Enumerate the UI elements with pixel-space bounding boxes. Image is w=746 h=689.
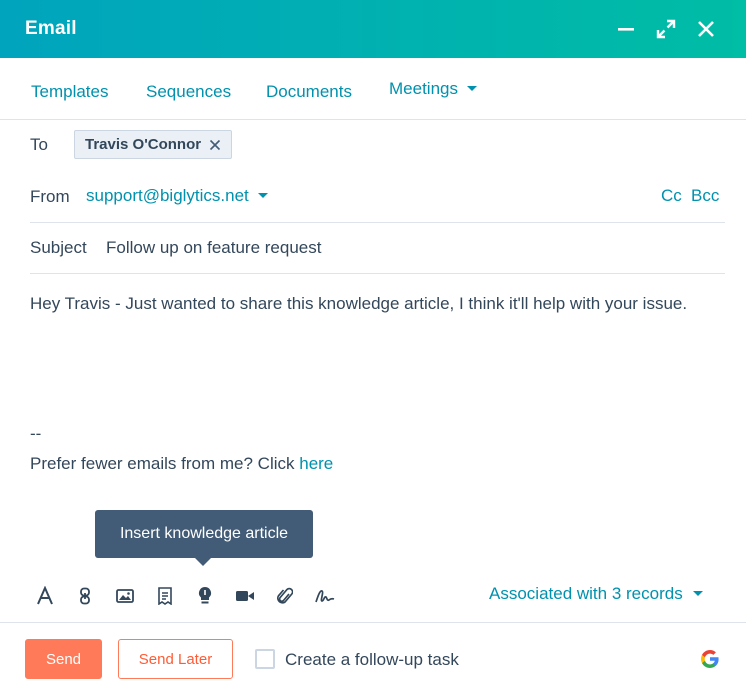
bcc-link[interactable]: Bcc — [691, 186, 719, 206]
link-button[interactable] — [74, 585, 96, 607]
associated-records-dropdown[interactable]: Associated with 3 records — [489, 584, 703, 604]
signature-button[interactable] — [314, 585, 336, 607]
tools-tabs: Templates Sequences Documents Meetings — [0, 58, 746, 120]
follow-up-label[interactable]: Create a follow-up task — [285, 650, 459, 670]
knowledge-article-button[interactable] — [194, 585, 216, 607]
signature: Prefer fewer emails from me? Click here — [30, 454, 333, 474]
link-icon — [80, 587, 90, 605]
tab-meetings-label: Meetings — [389, 79, 458, 98]
tooltip-arrow — [195, 558, 211, 566]
from-address: support@biglytics.net — [86, 186, 249, 205]
subject-label: Subject — [30, 238, 87, 257]
tooltip-text: Insert knowledge article — [119, 525, 289, 542]
unsubscribe-link[interactable]: here — [299, 454, 333, 473]
image-icon — [116, 589, 134, 603]
text-format-button[interactable] — [34, 585, 56, 607]
cc-link[interactable]: Cc — [661, 186, 682, 206]
recipient-name: Travis O'Connor — [85, 136, 202, 153]
chevron-down-icon — [257, 192, 268, 198]
tab-meetings[interactable]: Meetings — [389, 79, 477, 99]
knowledge-article-icon — [198, 586, 212, 604]
email-body[interactable]: Hey Travis - Just wanted to share this k… — [30, 294, 687, 314]
tab-templates[interactable]: Templates — [31, 82, 108, 102]
divider — [30, 222, 725, 223]
google-icon — [701, 650, 719, 668]
send-later-button[interactable]: Send Later — [118, 639, 233, 679]
email-header: Email — [0, 0, 746, 58]
chevron-down-icon — [692, 590, 703, 596]
text-format-icon — [37, 586, 53, 605]
tab-documents[interactable]: Documents — [266, 82, 352, 102]
snippet-button[interactable] — [154, 585, 176, 607]
video-button[interactable] — [234, 585, 256, 607]
associated-records-label: Associated with 3 records — [489, 584, 683, 603]
to-label: To — [30, 135, 48, 154]
close-icon — [698, 21, 714, 37]
signature-text: Prefer fewer emails from me? Click — [30, 454, 300, 473]
tab-sequences[interactable]: Sequences — [146, 82, 231, 102]
signature-separator: -- — [30, 424, 42, 443]
snippet-icon — [158, 587, 172, 605]
recipient-chip[interactable]: Travis O'Connor — [74, 130, 232, 159]
video-icon — [236, 591, 254, 601]
attachment-icon — [277, 587, 293, 604]
minimize-button[interactable] — [612, 15, 640, 43]
image-button[interactable] — [114, 585, 136, 607]
expand-icon — [656, 19, 676, 39]
send-button[interactable]: Send — [25, 639, 102, 679]
close-button[interactable] — [692, 15, 720, 43]
window-title: Email — [25, 18, 77, 39]
minimize-icon — [618, 28, 634, 31]
tooltip: Insert knowledge article — [95, 510, 313, 558]
signature-icon — [315, 590, 335, 603]
from-label: From — [30, 187, 70, 206]
window-controls — [600, 15, 720, 43]
remove-recipient-icon[interactable] — [208, 138, 222, 152]
chevron-down-icon — [466, 85, 477, 91]
subject-input[interactable]: Follow up on feature request — [106, 238, 321, 258]
divider — [30, 273, 725, 274]
expand-button[interactable] — [652, 15, 680, 43]
follow-up-checkbox[interactable] — [255, 649, 275, 669]
from-select[interactable]: support@biglytics.net — [86, 186, 268, 206]
attachment-button[interactable] — [274, 585, 296, 607]
